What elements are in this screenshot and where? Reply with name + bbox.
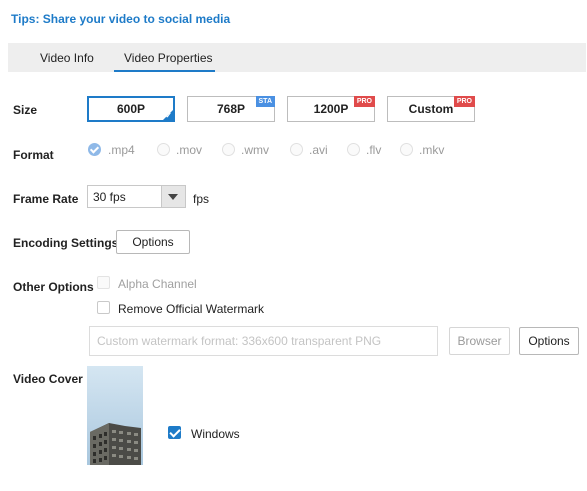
format-radio-mp4[interactable] [88,143,101,156]
dropdown-arrow-icon[interactable] [161,186,185,207]
active-tab-indicator [114,70,215,72]
tab-bar [8,43,586,72]
windows-checkbox[interactable] [168,426,181,439]
size-option-label: 600P [116,102,146,116]
tab-video-info[interactable]: Video Info [40,51,94,65]
video-cover-label: Video Cover [13,372,83,386]
watermark-input[interactable] [89,326,438,356]
format-label-mkv: .mkv [419,143,445,157]
frame-rate-select[interactable]: 30 fps [87,185,186,208]
pro-badge: PRO [453,96,475,107]
browser-button[interactable]: Browser [449,327,510,355]
format-radio-flv[interactable] [347,143,360,156]
size-option-custom[interactable]: Custom PRO [387,96,475,122]
tab-video-properties[interactable]: Video Properties [124,51,213,65]
size-label: Size [13,103,38,117]
size-option-label: 768P [216,102,246,116]
format-label-mov: .mov [176,143,203,157]
format-radio-mov[interactable] [157,143,170,156]
size-option-768p[interactable]: 768P STA [187,96,275,122]
size-option-600p[interactable]: 600P ✓ [87,96,175,122]
format-label-flv: .flv [366,143,382,157]
alpha-channel-checkbox[interactable] [97,276,110,289]
format-radio-wmv[interactable] [222,143,235,156]
format-label-avi: .avi [309,143,328,157]
format-label: Format [13,148,54,162]
format-radio-mkv[interactable] [400,143,413,156]
encoding-settings-label: Encoding Settings [13,236,119,250]
windows-label: Windows [191,427,240,441]
other-options-label: Other Options [13,280,94,294]
sta-badge: STA [255,96,275,107]
watermark-options-button[interactable]: Options [519,327,579,355]
video-cover-thumbnail[interactable] [87,366,143,465]
size-option-label: Custom [408,102,454,116]
alpha-channel-label: Alpha Channel [118,277,197,291]
pro-badge: PRO [353,96,375,107]
format-radio-avi[interactable] [290,143,303,156]
format-label-mp4: .mp4 [108,143,135,157]
check-icon: ✓ [165,111,172,120]
remove-watermark-checkbox[interactable] [97,301,110,314]
tips-text: Tips: Share your video to social media [11,12,231,26]
building-thumbnail-image [87,366,143,465]
frame-rate-label: Frame Rate [13,192,79,206]
remove-watermark-label: Remove Official Watermark [118,302,265,316]
fps-unit-label: fps [193,192,210,206]
frame-rate-value: 30 fps [93,190,126,204]
size-option-1200p[interactable]: 1200P PRO [287,96,375,122]
format-label-wmv: .wmv [241,143,269,157]
encoding-options-button[interactable]: Options [116,230,190,254]
size-option-label: 1200P [313,102,349,116]
